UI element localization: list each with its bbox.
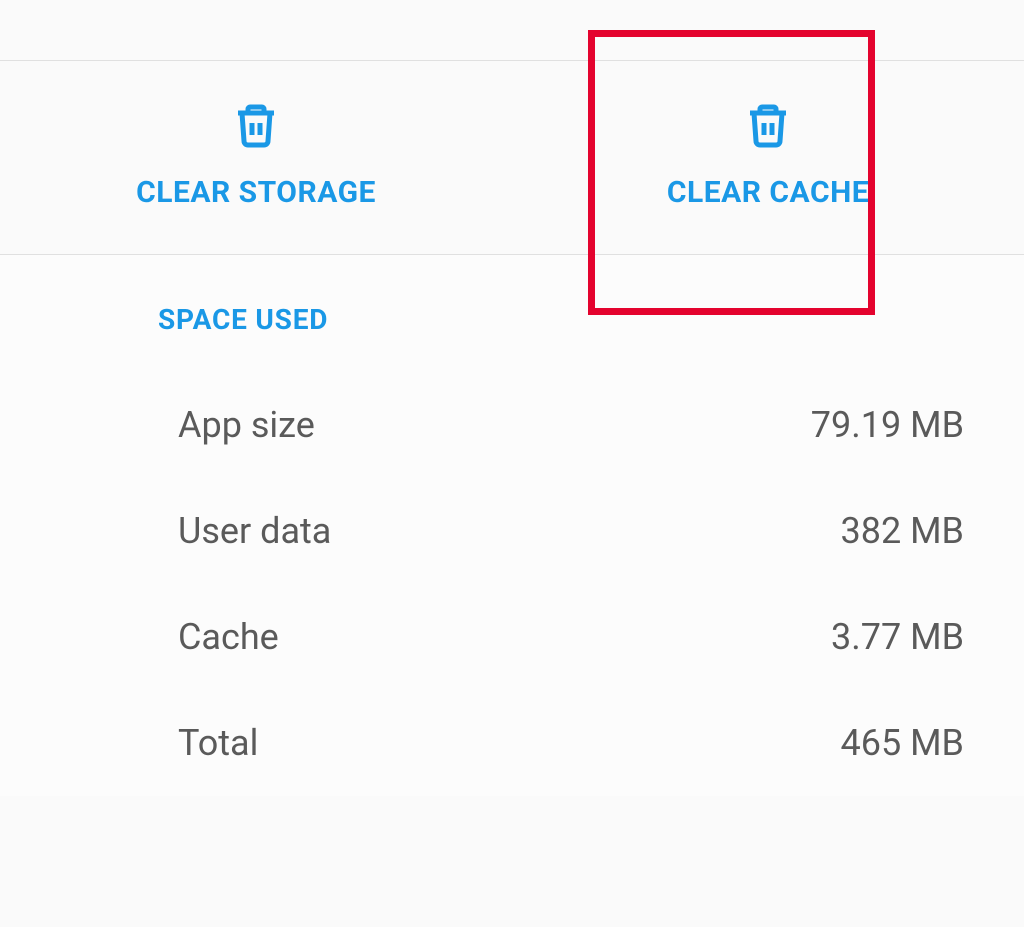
cache-row[interactable]: Cache 3.77 MB <box>178 584 964 690</box>
section-header: SPACE USED <box>158 303 964 336</box>
top-spacer <box>0 0 1024 60</box>
user-data-row[interactable]: User data 382 MB <box>178 478 964 584</box>
trash-icon <box>744 101 792 153</box>
row-label: User data <box>178 510 331 552</box>
trash-icon <box>232 101 280 153</box>
clear-storage-label: CLEAR STORAGE <box>136 175 376 210</box>
action-bar: CLEAR STORAGE CLEAR CACHE <box>0 60 1024 255</box>
total-row[interactable]: Total 465 MB <box>178 690 964 796</box>
app-size-row[interactable]: App size 79.19 MB <box>178 372 964 478</box>
row-value: 465 MB <box>841 722 965 764</box>
row-value: 382 MB <box>841 510 965 552</box>
space-used-section: SPACE USED App size 79.19 MB User data 3… <box>0 255 1024 796</box>
row-label: Cache <box>178 616 279 658</box>
clear-cache-label: CLEAR CACHE <box>667 175 869 210</box>
clear-storage-button[interactable]: CLEAR STORAGE <box>0 61 512 254</box>
row-value: 3.77 MB <box>831 616 964 658</box>
row-value: 79.19 MB <box>811 404 964 446</box>
clear-cache-button[interactable]: CLEAR CACHE <box>512 61 1024 254</box>
row-label: App size <box>178 404 315 446</box>
row-label: Total <box>178 722 258 764</box>
